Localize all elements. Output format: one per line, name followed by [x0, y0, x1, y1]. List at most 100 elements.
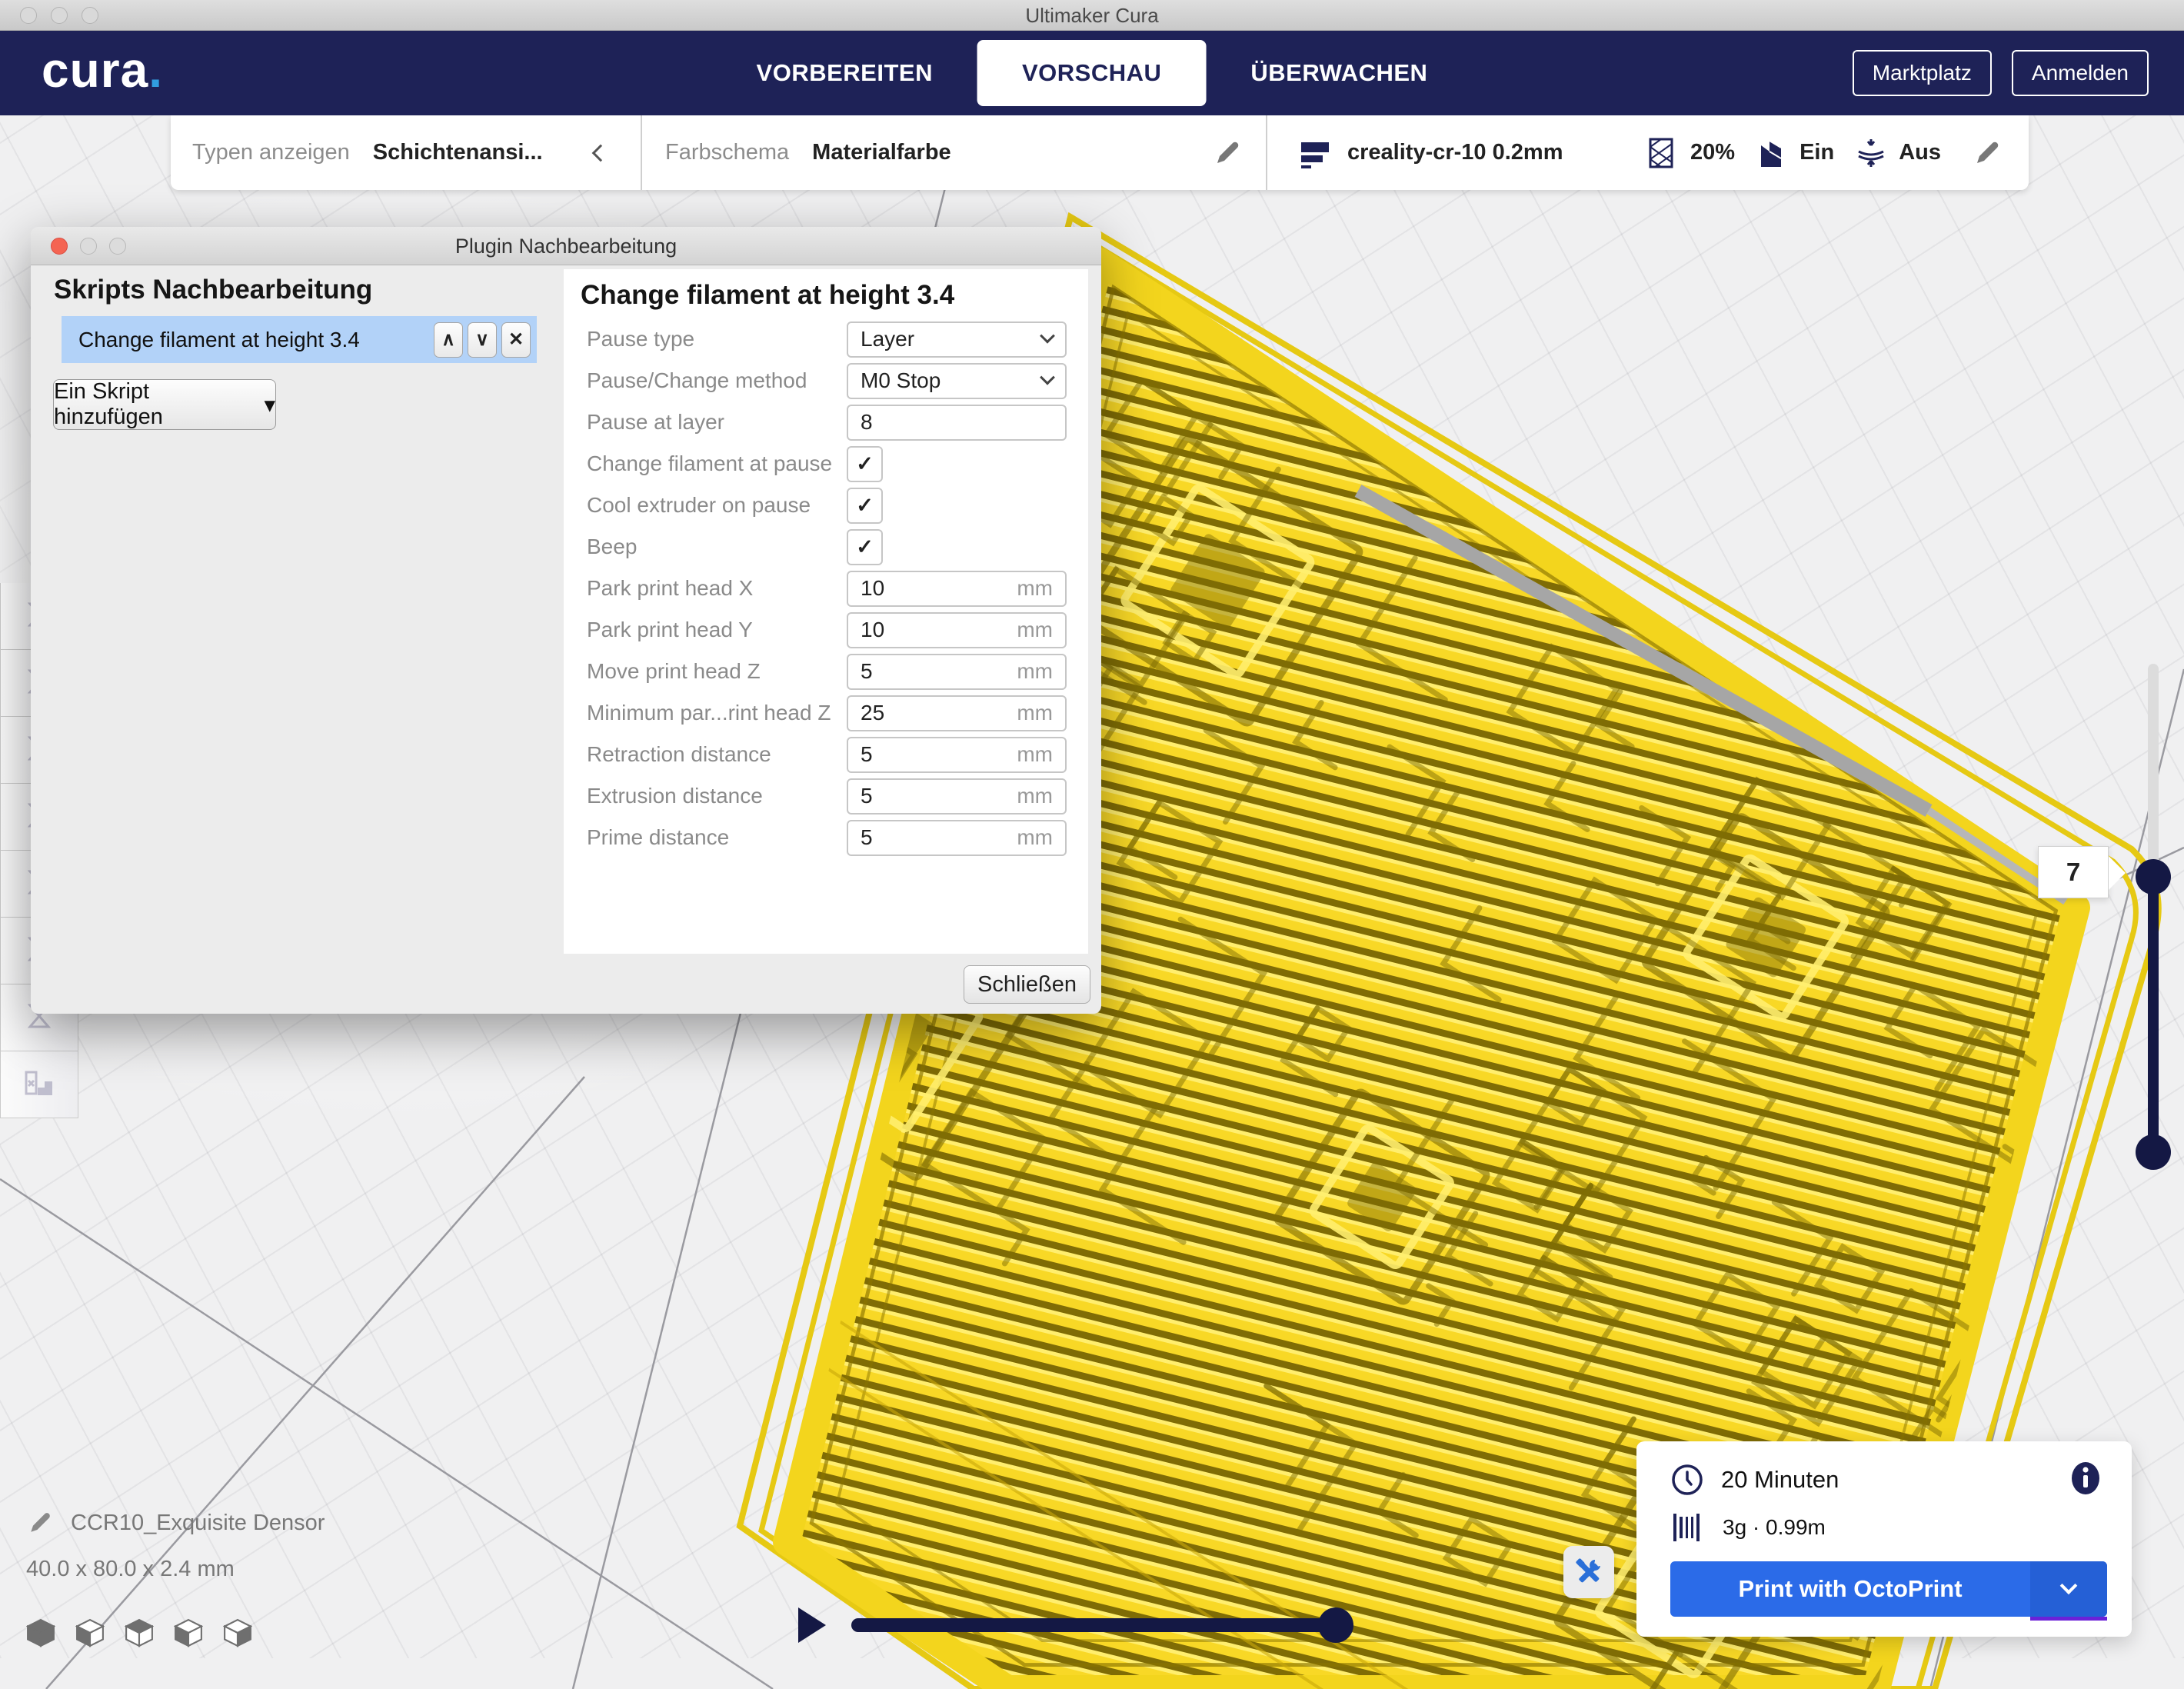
pencil-icon[interactable] [1972, 138, 2003, 168]
field-control[interactable]: 8 [847, 405, 1067, 441]
field-unit: mm [1017, 659, 1053, 684]
per-model-settings-icon [22, 1068, 56, 1101]
field-control[interactable]: 10 mm [847, 612, 1067, 648]
print-settings-section[interactable]: creality-cr-10 0.2mm 20% Ein Aus [1267, 115, 2029, 190]
field-value: ✓ [856, 452, 874, 476]
cube-icon[interactable] [223, 1618, 252, 1647]
pencil-icon[interactable] [1212, 138, 1243, 168]
add-script-button[interactable]: Ein Skript hinzufügen▾ [53, 379, 276, 430]
field-control[interactable]: 5 mm [847, 778, 1067, 815]
field-label: Beep [587, 535, 847, 559]
field-value: 5 [861, 784, 873, 808]
adhesion-value: Aus [1899, 140, 1941, 165]
field-control[interactable]: ✓ [847, 529, 883, 565]
layer-number-tooltip: 7 [2038, 846, 2109, 898]
layer-slider-bottom-handle[interactable] [2136, 1134, 2171, 1170]
dialog-close-button[interactable] [51, 238, 68, 255]
field-label: Park print head X [587, 576, 847, 601]
field-control[interactable]: Layer [847, 321, 1067, 358]
field-control[interactable]: M0 Stop [847, 363, 1067, 399]
dialog-title: Plugin Nachbearbeitung [31, 227, 1101, 265]
tab-vorbereiten[interactable]: VORBEREITEN [712, 40, 977, 106]
remove-script-button[interactable]: ✕ [501, 322, 531, 358]
field-unit: mm [1017, 742, 1053, 767]
field-unit: mm [1017, 825, 1053, 850]
field-value: 5 [861, 825, 873, 850]
chevron-left-icon[interactable] [592, 144, 610, 162]
sidebar-tool-button[interactable] [0, 1051, 78, 1118]
close-dialog-button[interactable]: Schließen [964, 965, 1090, 1004]
view-type-value[interactable]: Schichtenansi... [373, 140, 543, 165]
settings-row: Cool extruder on pause ✓ [564, 485, 1088, 526]
field-control[interactable]: 10 mm [847, 571, 1067, 607]
infill-icon [1646, 136, 1680, 170]
cube-icon[interactable] [125, 1618, 154, 1647]
octoprint-settings-button[interactable] [1563, 1546, 1614, 1598]
support-value: Ein [1799, 140, 1834, 165]
settings-heading: Change filament at height 3.4 [564, 269, 1088, 311]
cube-icon[interactable] [174, 1618, 203, 1647]
view-type-section[interactable]: Typen anzeigen Schichtenansi... [171, 115, 641, 190]
print-options-dropdown[interactable] [2030, 1561, 2107, 1617]
field-control[interactable]: 5 mm [847, 654, 1067, 690]
field-control[interactable]: ✓ [847, 488, 883, 524]
tab-ueberwachen[interactable]: ÜBERWACHEN [1206, 40, 1472, 106]
marketplace-button[interactable]: Marktplatz [1853, 50, 1992, 96]
post-processing-dialog: Plugin Nachbearbeitung Skripts Nachbearb… [31, 227, 1101, 1014]
dialog-titlebar: Plugin Nachbearbeitung [31, 227, 1101, 265]
info-icon[interactable] [2070, 1461, 2101, 1495]
pencil-icon[interactable] [26, 1509, 54, 1537]
tab-vorschau[interactable]: VORSCHAU [977, 40, 1206, 106]
filament-icon [1670, 1512, 1704, 1543]
settings-row: Change filament at pause ✓ [564, 443, 1088, 485]
settings-row: Pause type Layer [564, 318, 1088, 360]
chevron-down-icon [1040, 370, 1055, 385]
play-icon[interactable] [798, 1607, 826, 1643]
move-script-up-button[interactable]: ∧ [434, 322, 463, 358]
cube-icon[interactable] [26, 1618, 55, 1647]
field-label: Pause type [587, 327, 847, 351]
dropdown-arrow-icon: ▾ [264, 391, 275, 418]
print-button[interactable]: Print with OctoPrint [1670, 1561, 2107, 1617]
field-label: Minimum par...rint head Z [587, 701, 847, 725]
printer-profile-value[interactable]: creality-cr-10 0.2mm [1347, 140, 1563, 165]
settings-row: Move print head Z 5 mm [564, 651, 1088, 692]
settings-row: Pause at layer 8 [564, 401, 1088, 443]
tools-icon [1572, 1555, 1606, 1589]
layer-slider-top-handle[interactable] [2136, 859, 2171, 894]
field-label: Pause at layer [587, 410, 847, 435]
dialog-minimize-button[interactable] [80, 238, 97, 255]
path-slider-handle[interactable] [1318, 1607, 1353, 1643]
layer-slider-range[interactable] [2148, 877, 2159, 1152]
path-slider-track[interactable] [851, 1618, 1350, 1632]
material-estimate: 3g · 0.99m [1723, 1515, 1826, 1540]
field-control[interactable]: 5 mm [847, 737, 1067, 773]
field-label: Cool extruder on pause [587, 493, 847, 518]
field-control[interactable]: ✓ [847, 446, 883, 482]
infill-value: 20% [1690, 140, 1735, 165]
view-type-label: Typen anzeigen [192, 140, 350, 165]
view-options-toolbar: Typen anzeigen Schichtenansi... Farbsche… [171, 115, 2029, 190]
color-scheme-section[interactable]: Farbschema Materialfarbe [642, 115, 1266, 190]
color-scheme-value[interactable]: Materialfarbe [812, 140, 951, 165]
layer-slider-track[interactable] [2148, 664, 2159, 877]
field-control[interactable]: 5 mm [847, 820, 1067, 856]
script-name: Change filament at height 3.4 [78, 328, 429, 352]
field-unit: mm [1017, 618, 1053, 642]
field-control[interactable]: 25 mm [847, 695, 1067, 731]
field-unit: mm [1017, 576, 1053, 601]
script-settings-panel: Change filament at height 3.4 Pause type… [564, 269, 1088, 954]
chevron-down-icon [1040, 328, 1055, 344]
signin-button[interactable]: Anmelden [2012, 50, 2149, 96]
stage-tabs: VORBEREITEN VORSCHAU ÜBERWACHEN [712, 31, 1473, 115]
dialog-zoom-button[interactable] [109, 238, 126, 255]
settings-row: Park print head Y 10 mm [564, 609, 1088, 651]
field-label: Change filament at pause [587, 451, 847, 476]
print-job-panel: 20 Minuten 3g · 0.99m Print with OctoPri… [1636, 1441, 2132, 1637]
selected-script-item[interactable]: Change filament at height 3.4 ∧ ∨ ✕ [62, 316, 537, 363]
move-script-down-button[interactable]: ∨ [468, 322, 497, 358]
window-title: Ultimaker Cura [0, 0, 2184, 31]
cube-icon[interactable] [75, 1618, 105, 1647]
field-value: M0 Stop [861, 368, 941, 393]
field-label: Retraction distance [587, 742, 847, 767]
